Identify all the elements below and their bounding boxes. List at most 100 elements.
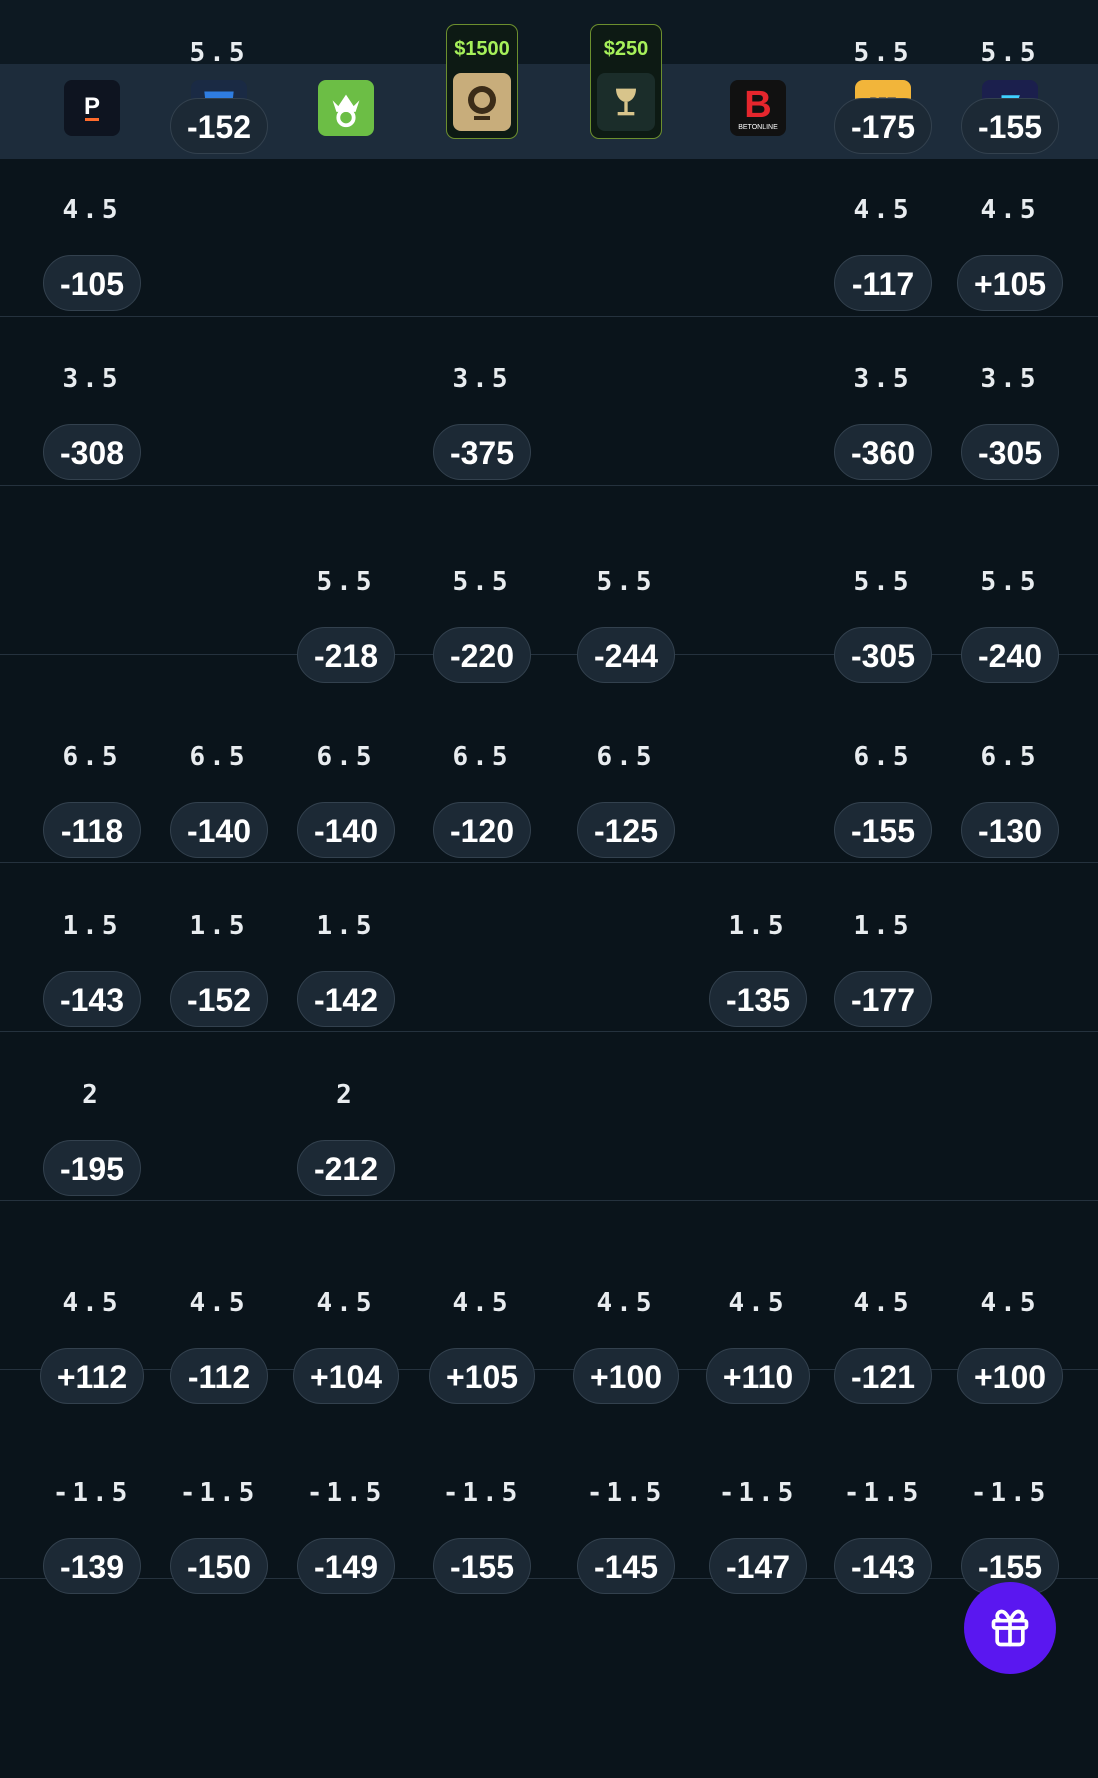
line-value: 6.5 [189,742,249,772]
line-value: -1.5 [442,1478,522,1508]
odds-button[interactable]: +112 [39,1348,145,1404]
odds-button[interactable]: -125 [576,802,676,858]
odds-cell: 5.5 -240 [955,565,1065,683]
odds-button[interactable]: -149 [296,1538,396,1594]
odds-button[interactable]: -375 [432,424,532,480]
odds-button[interactable]: -117 [834,255,932,311]
odds-button[interactable]: +104 [292,1348,400,1404]
odds-cell: 6.5 -155 [828,740,938,858]
line-value: 4.5 [980,1288,1040,1318]
odds-cell: 3.5 -360 [828,362,938,480]
promo-card[interactable]: $250 [590,24,662,139]
line-value: -1.5 [586,1478,666,1508]
promo-card[interactable]: $1500 [446,24,518,139]
line-value: 4.5 [452,1288,512,1318]
odds-cell: 3.5 -305 [955,362,1065,480]
odds-button[interactable]: -305 [833,627,933,683]
odds-button[interactable]: -140 [296,802,396,858]
odds-button[interactable]: -121 [833,1348,933,1404]
line-value: 2 [336,1080,356,1110]
betonline-logo-icon[interactable]: B BETONLINE [730,80,786,136]
line-value: 5.5 [980,567,1040,597]
odds-button[interactable]: -139 [42,1538,142,1594]
gift-button[interactable] [964,1582,1056,1674]
market-row: -1.5 -139 -1.5 -150 -1.5 -149 -1.5 -155 -1.5 -145… [0,1478,1098,1778]
line-value: 1.5 [728,911,788,941]
odds-button[interactable]: -308 [42,424,142,480]
line-value: 1.5 [62,911,122,941]
odds-button[interactable]: -112 [170,1348,268,1404]
odds-button[interactable]: -150 [169,1538,269,1594]
odds-cell: 3.5 -375 [427,362,537,480]
line-value: -1.5 [843,1478,923,1508]
odds-cell: 1.5 -142 [291,909,401,1027]
odds-cell: -1.5 -145 [571,1476,681,1594]
draftkings-logo-icon[interactable] [318,80,374,136]
line-value: 4.5 [62,195,122,225]
odds-button[interactable]: -360 [833,424,933,480]
line-value: 5.5 [316,567,376,597]
odds-cell: 4.5 -121 [828,1286,938,1404]
line-value: 4.5 [62,1288,122,1318]
odds-button[interactable]: -212 [296,1140,396,1196]
odds-cell: 4.5 +112 [37,1286,147,1404]
odds-button[interactable]: +105 [428,1348,536,1404]
odds-cell: 6.5 -118 [37,740,147,858]
odds-cell: 5.5 -155 [955,36,1065,154]
line-value: 5.5 [452,567,512,597]
odds-cell: 6.5 -140 [291,740,401,858]
odds-cell: -1.5 -147 [703,1476,813,1594]
odds-button[interactable]: -177 [833,971,933,1027]
odds-button[interactable]: +100 [572,1348,680,1404]
odds-button[interactable]: -240 [960,627,1060,683]
prizepicks-logo-icon[interactable]: P [64,80,120,136]
line-value: 6.5 [980,742,1040,772]
odds-button[interactable]: -152 [169,971,269,1027]
odds-cell: -1.5 -155 [427,1476,537,1594]
odds-button[interactable]: -155 [833,802,933,858]
odds-button[interactable]: -147 [708,1538,808,1594]
odds-button[interactable]: -220 [432,627,532,683]
odds-button[interactable]: -130 [960,802,1060,858]
odds-button[interactable]: -143 [42,971,142,1027]
odds-button[interactable]: -145 [576,1538,676,1594]
line-value: 6.5 [62,742,122,772]
odds-button[interactable]: -175 [833,98,933,154]
odds-button[interactable]: +100 [956,1348,1064,1404]
odds-button[interactable]: -143 [833,1538,933,1594]
odds-button[interactable]: -120 [432,802,532,858]
odds-button[interactable]: +105 [956,255,1064,311]
odds-button[interactable]: -195 [42,1140,142,1196]
odds-cell: 6.5 -125 [571,740,681,858]
line-value: 3.5 [62,364,122,394]
odds-cell: 4.5 +104 [291,1286,401,1404]
line-value: -1.5 [52,1478,132,1508]
line-value: -1.5 [970,1478,1050,1508]
line-value: 6.5 [853,742,913,772]
odds-cell: 2 -212 [291,1078,401,1196]
line-value: 2 [82,1080,102,1110]
line-value: 4.5 [728,1288,788,1318]
odds-cell: 4.5 +100 [571,1286,681,1404]
odds-button[interactable]: -118 [43,802,141,858]
line-value: 1.5 [853,911,913,941]
odds-button[interactable]: -105 [42,255,142,311]
odds-button[interactable]: -218 [296,627,396,683]
odds-button[interactable]: -155 [432,1538,532,1594]
line-value: 1.5 [316,911,376,941]
odds-cell: 6.5 -140 [164,740,274,858]
line-value: 5.5 [853,567,913,597]
odds-button[interactable]: -142 [296,971,396,1027]
odds-cell: 4.5 +100 [955,1286,1065,1404]
odds-button[interactable]: +110 [705,1348,811,1404]
odds-cell: 1.5 -152 [164,909,274,1027]
odds-button[interactable]: -155 [960,98,1060,154]
line-value: 4.5 [853,1288,913,1318]
line-value: -1.5 [179,1478,259,1508]
odds-button[interactable]: -140 [169,802,269,858]
odds-button[interactable]: -135 [708,971,808,1027]
market-row: 1.5 -143 1.5 -152 1.5 -142 1.5 -135 1.5 -177 [0,911,1098,1201]
odds-button[interactable]: -305 [960,424,1060,480]
odds-button[interactable]: -152 [169,98,269,154]
odds-button[interactable]: -244 [576,627,676,683]
